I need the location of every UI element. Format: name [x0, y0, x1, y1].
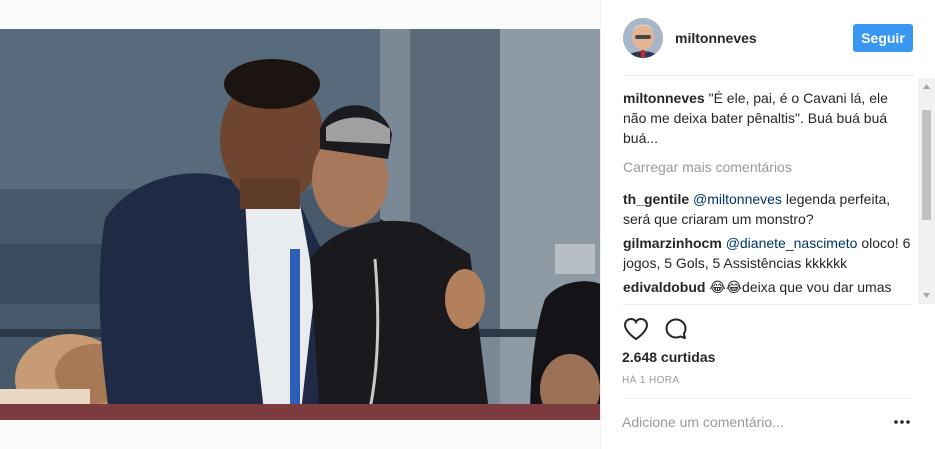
more-options-icon[interactable]	[892, 412, 912, 432]
scroll-up-arrow-icon[interactable]	[918, 78, 935, 95]
avatar[interactable]	[623, 18, 663, 58]
load-more-comments-link[interactable]: Carregar mais comentários	[623, 157, 913, 177]
comments-list: miltonneves "É ele, pai, é o Cavani lá, …	[623, 88, 913, 298]
likes-count[interactable]: 2.648 curtidas	[622, 349, 715, 365]
add-comment-input[interactable]	[622, 412, 882, 432]
comment-username[interactable]: edivaldobud	[623, 279, 705, 295]
post-author-username[interactable]: miltonneves	[675, 30, 853, 46]
scrollbar-thumb[interactable]	[922, 110, 931, 220]
caption: miltonneves "É ele, pai, é o Cavani lá, …	[623, 88, 913, 148]
comment-icon[interactable]	[662, 315, 690, 343]
comment-username[interactable]: th_gentile	[623, 191, 689, 207]
comment-item: edivaldobud 😂😂deixa que vou dar umas pal…	[623, 277, 913, 298]
scroll-down-arrow-icon[interactable]	[918, 287, 935, 304]
photo-panel	[0, 0, 600, 449]
comment-item: gilmarzinhocm @dianete_nascimeto oloco! …	[623, 233, 913, 273]
post-side-panel: miltonneves Seguir miltonneves "É ele, p…	[600, 0, 935, 449]
heart-icon[interactable]	[622, 315, 650, 343]
follow-button[interactable]: Seguir	[853, 24, 913, 52]
post-header: miltonneves Seguir	[623, 16, 913, 60]
comment-mention[interactable]: @dianete_nascimeto	[726, 235, 858, 251]
comments-scrollbar[interactable]	[918, 78, 935, 304]
comment-mention[interactable]: @miltonneves	[693, 191, 782, 207]
action-bar	[622, 315, 702, 343]
caption-username[interactable]: miltonneves	[623, 90, 705, 106]
post-photo[interactable]	[0, 29, 600, 420]
comment-item: th_gentile @miltonneves legenda perfeita…	[623, 189, 913, 229]
avatar-image	[623, 18, 663, 58]
post-photo-image	[0, 29, 600, 420]
header-divider	[623, 75, 913, 76]
comment-username[interactable]: gilmarzinhocm	[623, 235, 722, 251]
